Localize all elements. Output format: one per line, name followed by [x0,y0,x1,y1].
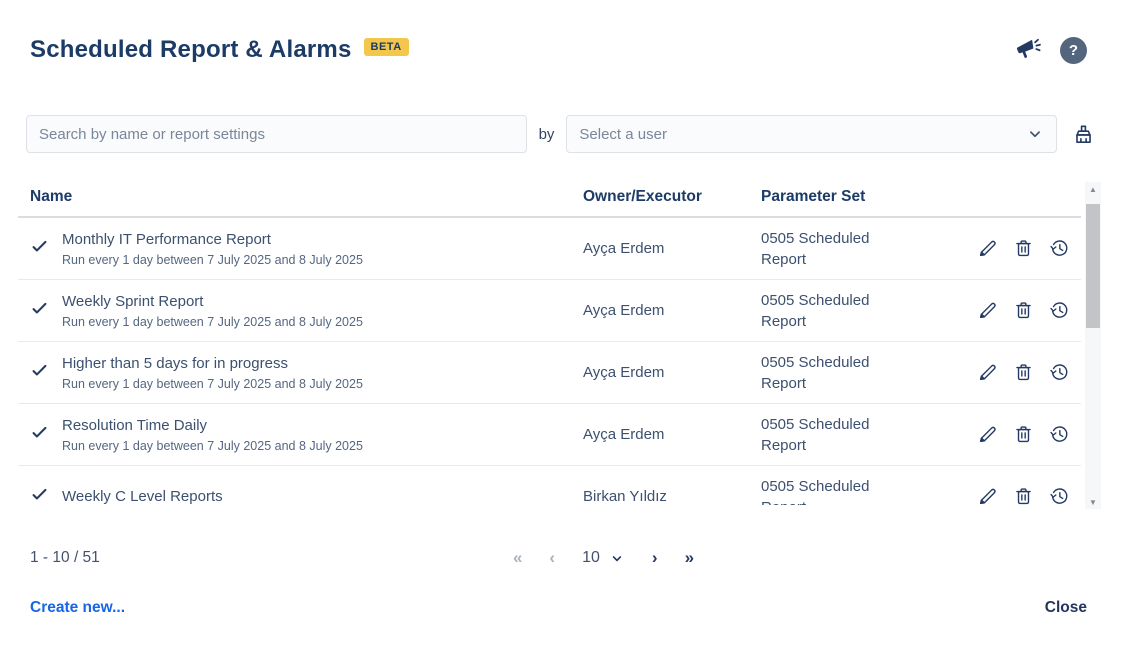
report-owner: Birkan Yıldız [583,488,761,505]
edit-icon[interactable] [977,424,998,445]
report-parameter-set: 0505 Scheduled Report [761,414,893,456]
clear-filters-icon[interactable] [1072,123,1095,146]
report-name: Resolution Time Daily [62,416,583,436]
column-header-parameter-set: Parameter Set [761,188,977,206]
history-icon[interactable] [1049,238,1070,259]
scroll-down-icon[interactable]: ▼ [1085,495,1101,509]
report-name: Weekly C Level Reports [62,487,583,505]
report-schedule: Run every 1 day between 7 July 2025 and … [62,439,583,453]
close-button[interactable]: Close [1045,599,1087,617]
row-actions [977,362,1081,383]
report-parameter-set: 0505 Scheduled Report [761,290,893,332]
report-owner: Ayça Erdem [583,302,761,319]
enabled-check-icon [30,299,49,323]
prev-page-button[interactable]: ‹ [549,548,555,568]
filter-bar: by Select a user [26,115,1095,153]
table-row: Weekly Sprint Report Run every 1 day bet… [18,280,1081,342]
row-actions [977,486,1081,505]
table-body: Monthly IT Performance Report Run every … [18,218,1081,505]
history-icon[interactable] [1049,424,1070,445]
table-row: Resolution Time Daily Run every 1 day be… [18,404,1081,466]
report-parameter-set: 0505 Scheduled Report [761,352,893,394]
table-row: Higher than 5 days for in progress Run e… [18,342,1081,404]
delete-icon[interactable] [1013,424,1034,445]
table-row: Monthly IT Performance Report Run every … [18,218,1081,280]
delete-icon[interactable] [1013,238,1034,259]
delete-icon[interactable] [1013,362,1034,383]
report-owner: Ayça Erdem [583,364,761,381]
edit-icon[interactable] [977,486,998,505]
scheduled-reports-dialog: Scheduled Report & Alarms BETA ? by Sele… [0,0,1121,647]
search-input[interactable] [26,115,527,153]
header-actions: ? [1013,36,1087,65]
page-size-value: 10 [582,549,600,567]
help-icon[interactable]: ? [1060,37,1087,64]
enabled-check-icon [30,485,49,506]
edit-icon[interactable] [977,238,998,259]
row-actions [977,424,1081,445]
table-header: Name Owner/Executor Parameter Set [18,188,1081,218]
reports-table: Name Owner/Executor Parameter Set Monthl… [18,188,1101,505]
history-icon[interactable] [1049,300,1070,321]
table-scrollbar[interactable]: ▲ ▼ [1085,182,1101,509]
pagination-summary: 1 - 10 / 51 [30,549,100,567]
user-select-placeholder: Select a user [579,126,667,143]
next-page-button[interactable]: › [652,548,658,568]
edit-icon[interactable] [977,300,998,321]
edit-icon[interactable] [977,362,998,383]
report-name: Higher than 5 days for in progress [62,354,583,374]
pagination-controls: « ‹ 10 › » [513,548,694,568]
report-schedule: Run every 1 day between 7 July 2025 and … [62,253,583,267]
report-name: Monthly IT Performance Report [62,230,583,250]
page-size-select[interactable]: 10 [582,549,625,567]
first-page-button[interactable]: « [513,548,522,568]
row-actions [977,238,1081,259]
create-new-link[interactable]: Create new... [30,599,125,617]
report-parameter-set: 0505 Scheduled Report [761,476,893,506]
last-page-button[interactable]: » [685,548,694,568]
announcement-icon[interactable] [1013,36,1042,65]
report-schedule: Run every 1 day between 7 July 2025 and … [62,315,583,329]
scrollbar-thumb[interactable] [1086,204,1100,328]
chevron-down-icon [610,551,625,566]
enabled-check-icon [30,423,49,447]
delete-icon[interactable] [1013,486,1034,505]
by-label: by [539,126,555,143]
table-row: Weekly C Level Reports Birkan Yıldız 050… [18,466,1081,505]
page-title: Scheduled Report & Alarms [30,33,352,67]
report-schedule: Run every 1 day between 7 July 2025 and … [62,377,583,391]
beta-badge: BETA [364,38,409,56]
column-header-owner: Owner/Executor [583,188,761,206]
enabled-check-icon [30,237,49,261]
report-owner: Ayça Erdem [583,240,761,257]
enabled-check-icon [30,361,49,385]
dialog-header: Scheduled Report & Alarms BETA ? [0,0,1121,67]
dialog-footer: Create new... Close [30,599,1087,617]
history-icon[interactable] [1049,486,1070,505]
report-parameter-set: 0505 Scheduled Report [761,228,893,270]
pagination: 1 - 10 / 51 « ‹ 10 › » [30,541,1087,575]
user-select[interactable]: Select a user [566,115,1057,153]
delete-icon[interactable] [1013,300,1034,321]
column-header-name: Name [30,188,583,206]
report-owner: Ayça Erdem [583,426,761,443]
report-name: Weekly Sprint Report [62,292,583,312]
scroll-up-icon[interactable]: ▲ [1085,182,1101,196]
row-actions [977,300,1081,321]
history-icon[interactable] [1049,362,1070,383]
chevron-down-icon [1026,125,1044,143]
